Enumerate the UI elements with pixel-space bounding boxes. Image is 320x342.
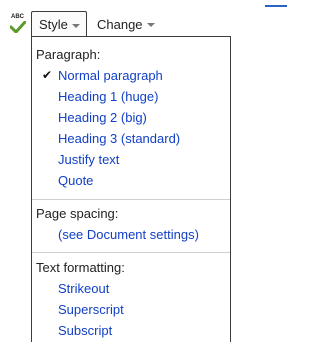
- spellcheck-badge-text: ABC: [11, 14, 24, 20]
- menu-item-normal-paragraph[interactable]: Normal paragraph: [58, 68, 163, 83]
- menu-item-heading-2[interactable]: Heading 2 (big): [58, 110, 147, 125]
- menu-item-superscript[interactable]: Superscript: [58, 302, 124, 317]
- menu-item-strikeout[interactable]: Strikeout: [58, 281, 109, 296]
- menu-item-quote[interactable]: Quote: [58, 173, 93, 188]
- menu-divider: [32, 199, 230, 200]
- top-accent-bar: [265, 5, 287, 7]
- paragraph-header: Paragraph:: [36, 47, 101, 62]
- text-formatting-header: Text formatting:: [36, 260, 125, 275]
- menu-divider: [32, 252, 230, 253]
- menu-item-justify-text[interactable]: Justify text: [58, 152, 119, 167]
- page-spacing-header: Page spacing:: [36, 206, 119, 221]
- spellcheck-icon[interactable]: ABC: [10, 14, 28, 36]
- style-dropdown-button[interactable]: Style: [31, 11, 87, 37]
- menu-item-document-settings[interactable]: (see Document settings): [58, 227, 199, 242]
- menu-item-heading-3[interactable]: Heading 3 (standard): [58, 131, 180, 146]
- checkmark-icon: [10, 21, 26, 33]
- menu-item-heading-1[interactable]: Heading 1 (huge): [58, 89, 158, 104]
- chevron-down-icon: [71, 23, 80, 28]
- style-dropdown-menu: Paragraph: ✔ Normal paragraph Heading 1 …: [31, 36, 231, 342]
- change-dropdown-button[interactable]: Change: [88, 11, 155, 37]
- change-button-label: Change: [97, 16, 143, 32]
- menu-item-subscript[interactable]: Subscript: [58, 323, 112, 338]
- chevron-down-icon: [146, 23, 155, 27]
- check-icon: ✔: [42, 68, 53, 82]
- style-button-label: Style: [39, 17, 68, 32]
